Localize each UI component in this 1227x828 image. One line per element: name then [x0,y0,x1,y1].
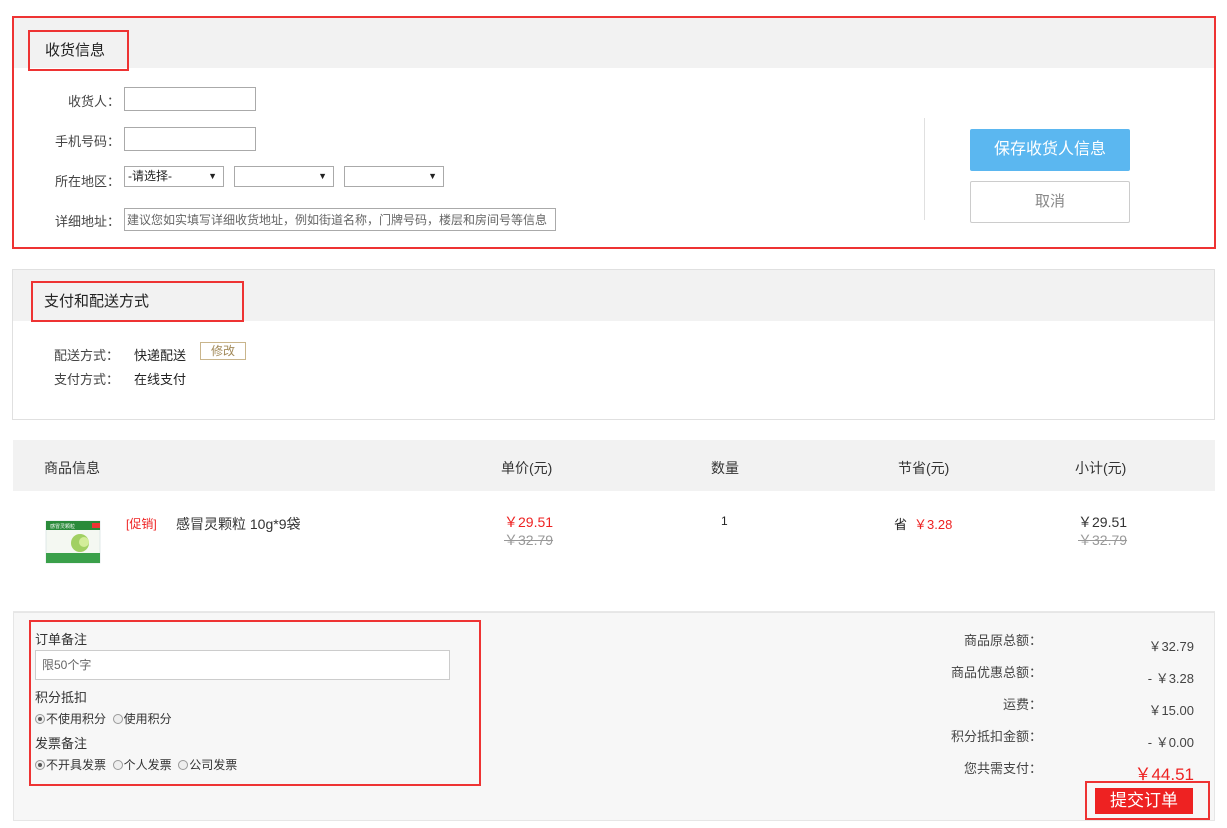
shipping-header [14,18,1214,68]
radio-company-invoice-label: 公司发票 [189,758,238,772]
city-select[interactable]: ▼ [234,166,334,187]
points-radio-group: 不使用积分 使用积分 [35,710,175,727]
shipping-title: 收货信息 [45,42,106,59]
region-label: 所在地区： [54,174,120,189]
shipping-fee-value: ￥15.00 [1148,703,1194,718]
points-deduct-value: - ￥0.00 [1147,735,1194,750]
province-select[interactable]: -请选择- ▼ [124,166,224,187]
divider [924,118,925,220]
savings-prefix: 省 [894,517,908,532]
orig-total-value: ￥32.79 [1148,639,1194,654]
header-subtotal: 小计(元) [1075,460,1127,476]
points-deduct-label: 积分抵扣金额： [950,729,1042,744]
discount-value: - ￥3.28 [1147,671,1194,686]
radio-no-points-label: 不使用积分 [46,712,107,726]
radio-use-points[interactable] [112,714,123,724]
invoice-label: 发票备注 [35,736,88,751]
radio-no-invoice-label: 不开具发票 [46,758,107,772]
product-table: 商品信息 单价(元) 数量 节省(元) 小计(元) 感冒灵颗粒 [促销] 感冒灵… [13,440,1215,612]
cancel-button[interactable]: 取消 [970,181,1130,223]
payment-title: 支付和配送方式 [44,293,150,310]
district-select[interactable]: ▼ [344,166,444,187]
remark-label: 订单备注 [35,632,88,647]
payment-title-highlight: 支付和配送方式 [31,281,244,322]
header-savings: 节省(元) [898,460,950,476]
pay-label: 支付方式： [54,372,120,387]
points-label: 积分抵扣 [35,690,88,705]
unit-price: ￥29.51 [504,514,554,530]
radio-no-invoice[interactable] [35,760,45,770]
pay-value: 在线支付 [134,372,187,387]
delivery-label: 配送方式： [54,348,120,363]
radio-personal-invoice-label: 个人发票 [123,758,172,772]
submit-highlight: 提交订单 [1085,781,1210,820]
promo-tag: [促销] [126,517,157,531]
invoice-radio-group: 不开具发票 个人发票 公司发票 [35,756,240,773]
discount-label: 商品优惠总额： [950,665,1042,680]
shipping-fee-label: 运费： [1002,697,1042,712]
quantity: 1 [721,514,728,528]
header-product-info: 商品信息 [44,460,100,476]
radio-no-points[interactable] [35,714,45,724]
dropdown-arrow-icon: ▼ [428,171,437,181]
save-receiver-button[interactable]: 保存收货人信息 [970,129,1130,171]
receiver-label: 收货人： [67,94,120,109]
dropdown-arrow-icon: ▼ [208,171,217,181]
subtotal-orig: ￥32.79 [1078,532,1128,548]
modify-delivery-button[interactable]: 修改 [200,342,246,360]
shipping-title-highlight: 收货信息 [28,30,129,71]
radio-company-invoice[interactable] [178,760,189,770]
order-options-box: 订单备注 积分抵扣 不使用积分 使用积分 发票备注 不开具发票 个人发票 公司发… [29,620,481,786]
total-pay-label: 您共需支付： [963,761,1042,776]
order-footer: 订单备注 积分抵扣 不使用积分 使用积分 发票备注 不开具发票 个人发票 公司发… [13,612,1215,821]
orig-total-label: 商品原总额： [963,633,1042,648]
unit-orig-price: ￥32.79 [504,532,554,548]
radio-use-points-label: 使用积分 [123,712,172,726]
table-header: 商品信息 单价(元) 数量 节省(元) 小计(元) [13,440,1215,491]
payment-section: 支付和配送方式 配送方式： 快递配送 修改 支付方式： 在线支付 [12,269,1215,420]
phone-label: 手机号码： [54,134,120,149]
phone-input[interactable] [124,127,256,151]
province-select-value: -请选择- [128,169,172,183]
product-image[interactable]: 感冒灵颗粒 [44,517,104,567]
receiver-input[interactable] [124,87,256,111]
product-image-text: 感冒灵颗粒 [50,523,75,530]
savings-amount: ￥3.28 [914,517,953,532]
radio-personal-invoice[interactable] [112,760,123,770]
product-name[interactable]: 感冒灵颗粒 10g*9袋 [176,514,300,534]
submit-order-button[interactable]: 提交订单 [1095,788,1193,814]
address-label: 详细地址： [54,214,120,229]
remark-input[interactable] [35,650,450,680]
address-input[interactable] [124,208,556,231]
dropdown-arrow-icon: ▼ [318,171,327,181]
subtotal: ￥29.51 [1078,514,1128,530]
header-quantity: 数量 [711,460,739,476]
shipping-section: 收货信息 收货人： 手机号码： 所在地区： -请选择- ▼ ▼ ▼ 详细地址： … [12,16,1216,249]
delivery-value: 快递配送 [134,348,187,363]
header-unit-price: 单价(元) [501,460,553,476]
